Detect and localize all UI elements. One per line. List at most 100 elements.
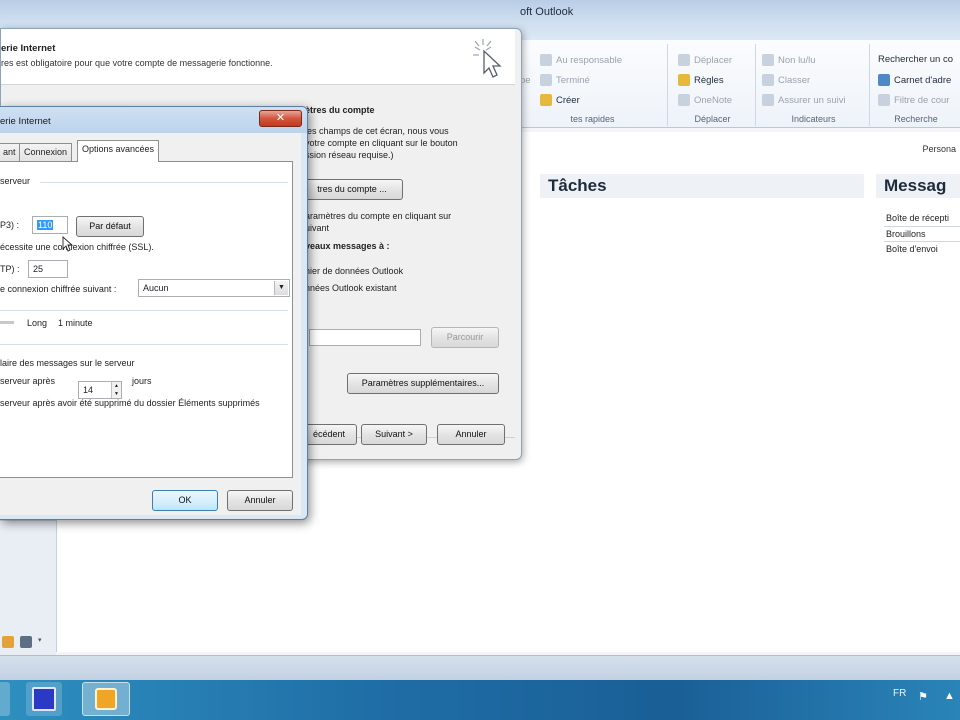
folder-divider <box>884 241 960 242</box>
section-divider <box>0 344 288 345</box>
taskbar-app-remote-icon[interactable] <box>26 682 62 716</box>
new-data-file-option[interactable]: hier de données Outlook <box>305 266 403 276</box>
test-account-settings-button[interactable]: tres du compte ... <box>301 179 403 200</box>
advanced-options-panel: serveur P3) : 110 Par défaut écessite un… <box>0 161 293 478</box>
check-icon <box>540 74 552 86</box>
default-ports-button[interactable]: Par défaut <box>76 216 144 237</box>
flag-icon <box>762 94 774 106</box>
envelope-icon <box>762 54 774 66</box>
ribbon-item-rules[interactable]: Règles <box>678 74 724 86</box>
next-button[interactable]: Suivant > <box>361 424 427 445</box>
timeout-long-label: Long <box>27 318 48 328</box>
ssl-checkbox-label[interactable]: écessite une connexion chiffrée (SSL). <box>0 242 154 252</box>
remove-after-checkbox-label[interactable]: serveur après <box>0 376 55 386</box>
chevron-down-icon[interactable]: ▼ <box>274 281 288 295</box>
tasks-title: Tâches <box>540 174 864 198</box>
server-timeout-slider[interactable] <box>0 321 14 324</box>
data-file-path-input[interactable] <box>309 329 421 346</box>
encryption-type-select[interactable]: Aucun ▼ <box>138 279 290 297</box>
days-unit-label: jours <box>132 376 152 386</box>
dialog-body: ant Connexion Options avancées serveur P… <box>0 133 301 515</box>
ribbon-item-follow-up[interactable]: Assurer un suivi <box>762 94 846 106</box>
outlook-icon <box>95 688 117 710</box>
ribbon-group-label: Indicateurs <box>791 114 836 124</box>
outlook-title: oft Outlook <box>520 6 574 18</box>
ribbon-item-manager[interactable]: Au responsable <box>540 54 622 66</box>
more-settings-button[interactable]: Paramètres supplémentaires... <box>347 373 499 394</box>
navigation-shortcuts: ▾ <box>0 636 56 654</box>
tab-advanced-options[interactable]: Options avancées <box>77 140 160 162</box>
wizard-cursor-icon <box>473 39 502 78</box>
auto-test-checkbox-label[interactable]: aramètres du compte en cliquant sur <box>305 211 451 221</box>
outgoing-port-input[interactable]: 25 <box>28 260 68 278</box>
remove-after-days-stepper[interactable]: 14 ▲ ▼ <box>78 381 122 399</box>
navigation-pane <box>0 520 56 655</box>
remove-when-deleted-checkbox-label[interactable]: serveur après avoir été supprimé du doss… <box>0 398 260 408</box>
folder-outbox[interactable]: Boîte d'envoi <box>886 244 938 254</box>
rules-icon <box>678 74 690 86</box>
ribbon-group-label: Déplacer <box>694 114 731 124</box>
address-book-icon <box>878 74 890 86</box>
tray-expand-icon[interactable]: ▲ <box>944 690 955 702</box>
ribbon-item-filter-mail[interactable]: Filtre de cour <box>878 94 949 106</box>
taskbar-outlook-icon[interactable] <box>82 682 130 716</box>
folder-drafts[interactable]: Brouillons <box>886 229 926 239</box>
section-divider <box>0 310 288 311</box>
leave-copy-checkbox-label[interactable]: laire des messages sur le serveur <box>0 358 135 368</box>
timeout-value: 1 minute <box>58 318 93 328</box>
persona-link[interactable]: Persona <box>922 144 956 154</box>
close-icon[interactable]: ✕ <box>259 110 302 127</box>
folder-divider <box>884 226 960 227</box>
app-icon <box>32 687 56 711</box>
status-bar <box>0 655 960 680</box>
wizard-title: erie Internet <box>1 43 56 54</box>
folder-inbox[interactable]: Boîte de récepti <box>886 213 949 223</box>
ribbon-item-read-unread[interactable]: Non lu/lu <box>762 54 816 66</box>
encryption-type-label: e connexion chiffrée suivant : <box>0 284 117 294</box>
ribbon-group-label: tes rapides <box>570 114 615 124</box>
ribbon-item-move[interactable]: Déplacer <box>678 54 732 66</box>
deliver-messages-heading: veaux messages à : <box>305 241 390 251</box>
dialog-cancel-button[interactable]: Annuler <box>227 490 293 511</box>
ribbon-group-move: Déplacer Règles OneNote Déplacer <box>670 44 756 126</box>
auto-test-checkbox-label[interactable]: uivant <box>305 223 329 233</box>
existing-data-file-option[interactable]: nnées Outlook existant <box>305 283 397 293</box>
tab-general[interactable]: ant <box>0 143 21 161</box>
email-settings-dialog: erie Internet ✕ ant Connexion Options av… <box>0 106 308 520</box>
server-ports-section: serveur <box>0 176 31 186</box>
wizard-header: erie Internet res est obligatoire pour q… <box>1 29 515 85</box>
ribbon-item-categorize[interactable]: Classer <box>762 74 810 86</box>
stepper-arrows-icon[interactable]: ▲ ▼ <box>111 382 121 398</box>
action-center-flag-icon[interactable]: ⚑ <box>918 690 928 703</box>
wizard-subtitle: res est obligatoire pour que votre compt… <box>1 58 273 68</box>
tab-connection[interactable]: Connexion <box>19 143 73 161</box>
onenote-icon <box>678 94 690 106</box>
section-divider <box>40 182 288 183</box>
wizard-desc-line: les champs de cet écran, nous vous <box>305 126 449 136</box>
ribbon-item-create[interactable]: Créer <box>540 94 580 106</box>
wizard-cancel-button[interactable]: Annuler <box>437 424 505 445</box>
outgoing-server-label: TP) : <box>0 264 20 274</box>
ribbon-item-onenote[interactable]: OneNote <box>678 94 732 106</box>
ribbon-item-address-book[interactable]: Carnet d'adre <box>878 74 951 86</box>
start-button[interactable] <box>0 682 10 716</box>
incoming-server-label: P3) : <box>0 220 20 230</box>
messages-title: Messag <box>876 174 960 198</box>
wizard-desc-line: votre compte en cliquant sur le bouton <box>305 138 458 148</box>
ribbon-item-search-contact[interactable]: Rechercher un co <box>878 54 953 65</box>
incoming-port-input[interactable]: 110 <box>32 216 68 234</box>
mouse-pointer-icon <box>62 236 74 252</box>
language-indicator[interactable]: FR <box>893 688 906 699</box>
folder-icon[interactable] <box>2 636 14 648</box>
category-icon <box>762 74 774 86</box>
ribbon-group-quick-steps: pe Au responsable Terminé Créer tes rapi… <box>518 44 668 126</box>
wizard-desc-line: ssion réseau requise.) <box>305 150 394 160</box>
ribbon-item-done[interactable]: Terminé <box>540 74 590 86</box>
back-button[interactable]: écédent <box>301 424 357 445</box>
chevron-down-icon[interactable]: ▾ <box>38 636 42 654</box>
manager-icon <box>540 54 552 66</box>
browse-button[interactable]: Parcourir <box>431 327 499 348</box>
taskbar <box>0 680 960 720</box>
ok-button[interactable]: OK <box>152 490 218 511</box>
shortcut-icon[interactable] <box>20 636 32 648</box>
